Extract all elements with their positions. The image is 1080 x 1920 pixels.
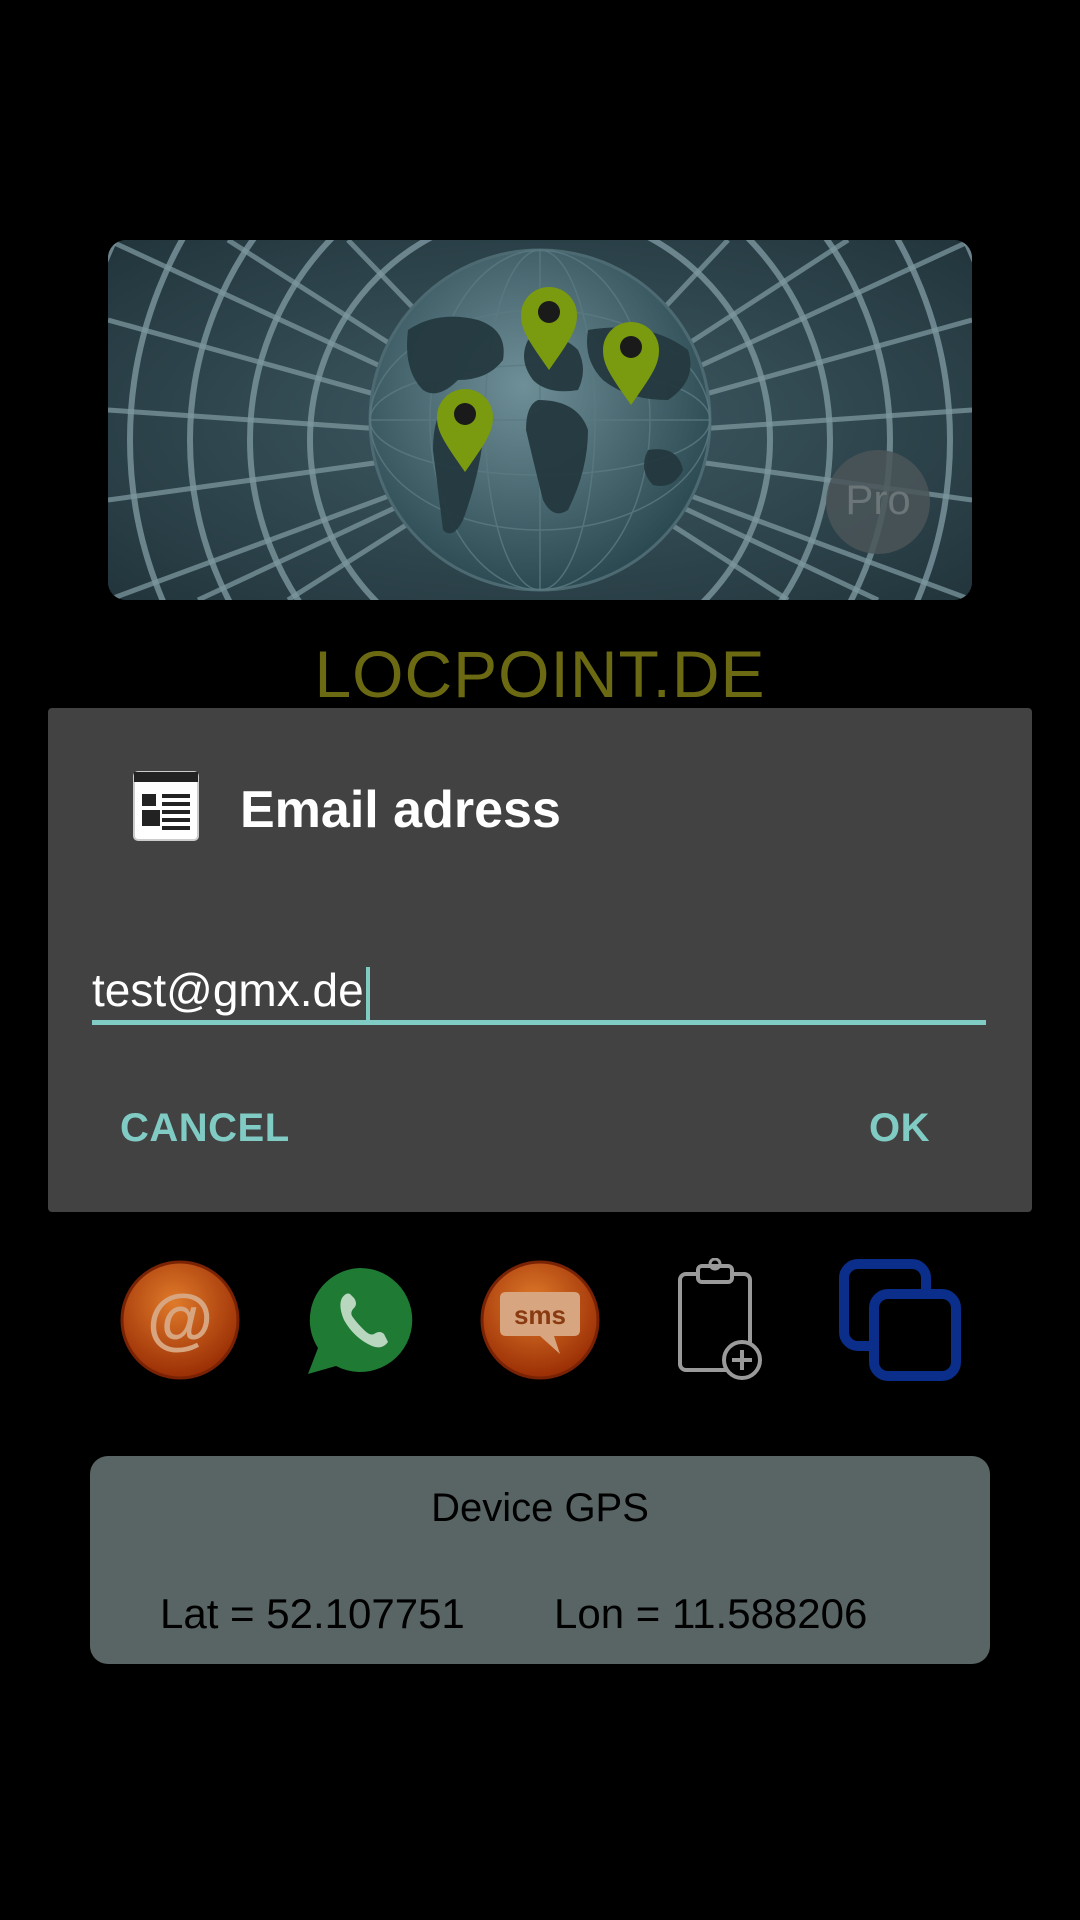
email-share-icon[interactable]: @ (118, 1258, 242, 1382)
gps-longitude: Lon = 11.588206 (554, 1590, 868, 1637)
sms-share-label: sms (514, 1300, 566, 1330)
contact-card-icon (132, 770, 200, 842)
cancel-button[interactable]: CANCEL (120, 1106, 290, 1151)
text-caret (365, 966, 370, 1021)
sms-share-icon[interactable]: sms (478, 1258, 602, 1382)
email-share-label: @ (147, 1281, 213, 1357)
gps-latitude: Lat = 52.107751 (160, 1590, 465, 1637)
site-name: LOCPOINT.DE (314, 637, 766, 711)
whatsapp-share-icon[interactable] (298, 1258, 422, 1382)
email-dialog: Email adress test@gmx.de CANCEL OK (48, 708, 1032, 1212)
clipboard-add-icon[interactable] (658, 1257, 782, 1382)
dialog-title: Email adress (240, 781, 561, 839)
email-field-value: test@gmx.de (92, 964, 364, 1016)
gps-panel: Device GPS Lat = 52.107751 Lon = 11.5882… (90, 1456, 990, 1664)
pro-badge: Pro (845, 476, 911, 523)
banner-image: Pro (108, 240, 972, 600)
copy-icon[interactable] (838, 1258, 962, 1382)
share-icons-row: @ sms (0, 1257, 1080, 1382)
email-field[interactable]: test@gmx.de (92, 960, 986, 1025)
gps-title: Device GPS (431, 1486, 649, 1530)
app-screen: Pro LOCPOINT.DE Email adress test@gmx.de… (0, 0, 1080, 1920)
ok-button[interactable]: OK (869, 1106, 930, 1151)
